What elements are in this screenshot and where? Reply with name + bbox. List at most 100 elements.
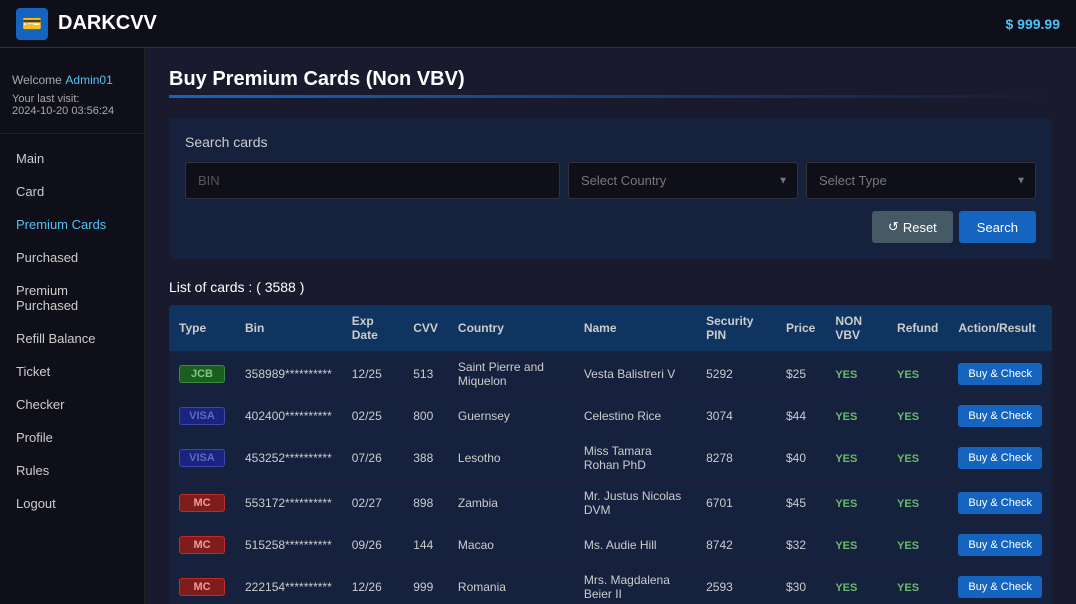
buy-check-button[interactable]: Buy & Check xyxy=(958,492,1042,514)
sidebar-item-card[interactable]: Card xyxy=(0,175,144,208)
buy-check-button[interactable]: Buy & Check xyxy=(958,363,1042,385)
cards-table: TypeBinExp DateCVVCountryNameSecurity PI… xyxy=(169,305,1052,604)
refund-badge: YES xyxy=(897,540,919,552)
bin-input[interactable] xyxy=(185,162,560,199)
country-select-wrapper: Select Country ▼ xyxy=(568,162,798,199)
nonvbv-badge: YES xyxy=(835,498,857,510)
cell-nonvbv: YES xyxy=(825,526,887,565)
country-select[interactable]: Select Country xyxy=(568,162,798,199)
sidebar-item-checker[interactable]: Checker xyxy=(0,388,144,421)
table-body: JCB358989**********12/25513Saint Pierre … xyxy=(169,352,1052,604)
cell-action: Buy & Check xyxy=(948,397,1052,436)
title-underline xyxy=(169,95,1052,98)
navbar: 💳 DARKCVV $ 999.99 xyxy=(0,0,1076,48)
brand-name: DARKCVV xyxy=(58,12,157,35)
cell-action: Buy & Check xyxy=(948,481,1052,526)
sidebar-item-premium-cards[interactable]: Premium Cards xyxy=(0,208,144,241)
card-type-badge: MC xyxy=(179,494,225,512)
sidebar-item-main[interactable]: Main xyxy=(0,142,144,175)
last-visit-time: 2024-10-20 03:56:24 xyxy=(12,105,132,117)
buy-check-button[interactable]: Buy & Check xyxy=(958,576,1042,598)
welcome-label: Welcome xyxy=(12,73,62,87)
card-type-badge: JCB xyxy=(179,365,225,383)
cell-price: $40 xyxy=(776,436,825,481)
cell-price: $45 xyxy=(776,481,825,526)
cell-country: Saint Pierre and Miquelon xyxy=(448,352,574,397)
cell-pin: 2593 xyxy=(696,565,776,604)
table-row: MC515258**********09/26144MacaoMs. Audie… xyxy=(169,526,1052,565)
type-select[interactable]: Select Type xyxy=(806,162,1036,199)
cell-name: Mrs. Magdalena Beier II xyxy=(574,565,696,604)
cell-cvv: 388 xyxy=(403,436,448,481)
col-type: Type xyxy=(169,305,235,352)
sidebar-item-profile[interactable]: Profile xyxy=(0,421,144,454)
brand: 💳 DARKCVV xyxy=(16,8,157,40)
table-row: JCB358989**********12/25513Saint Pierre … xyxy=(169,352,1052,397)
welcome-line: Welcome Admin01 xyxy=(12,72,132,87)
card-type-badge: VISA xyxy=(179,449,225,467)
reset-icon: ↺ xyxy=(888,219,899,235)
list-count: List of cards : ( 3588 ) xyxy=(169,279,304,295)
buy-check-button[interactable]: Buy & Check xyxy=(958,447,1042,469)
cell-action: Buy & Check xyxy=(948,565,1052,604)
cell-price: $32 xyxy=(776,526,825,565)
cell-price: $44 xyxy=(776,397,825,436)
refund-badge: YES xyxy=(897,369,919,381)
refund-badge: YES xyxy=(897,453,919,465)
cell-country: Guernsey xyxy=(448,397,574,436)
cell-exp: 12/26 xyxy=(342,565,403,604)
cell-type: MC xyxy=(169,565,235,604)
col-country: Country xyxy=(448,305,574,352)
col-refund: Refund xyxy=(887,305,948,352)
main-content: Buy Premium Cards (Non VBV) Search cards… xyxy=(145,48,1076,604)
card-type-badge: MC xyxy=(179,536,225,554)
cell-action: Buy & Check xyxy=(948,352,1052,397)
search-row: Select Country ▼ Select Type ▼ xyxy=(185,162,1036,199)
cell-exp: 09/26 xyxy=(342,526,403,565)
cell-nonvbv: YES xyxy=(825,436,887,481)
cell-name: Vesta Balistreri V xyxy=(574,352,696,397)
sidebar: Welcome Admin01 Your last visit: 2024-10… xyxy=(0,48,145,604)
sidebar-item-rules[interactable]: Rules xyxy=(0,454,144,487)
cell-refund: YES xyxy=(887,565,948,604)
cell-cvv: 800 xyxy=(403,397,448,436)
cell-type: VISA xyxy=(169,397,235,436)
cell-action: Buy & Check xyxy=(948,436,1052,481)
balance-display: $ 999.99 xyxy=(1006,16,1061,32)
col-cvv: CVV xyxy=(403,305,448,352)
type-select-wrapper: Select Type ▼ xyxy=(806,162,1036,199)
cell-pin: 5292 xyxy=(696,352,776,397)
buy-check-button[interactable]: Buy & Check xyxy=(958,534,1042,556)
search-section: Search cards Select Country ▼ Select Typ… xyxy=(169,118,1052,259)
refund-badge: YES xyxy=(897,582,919,594)
cell-exp: 12/25 xyxy=(342,352,403,397)
cell-bin: 453252********** xyxy=(235,436,342,481)
sidebar-user: Welcome Admin01 Your last visit: 2024-10… xyxy=(0,64,144,134)
cell-country: Zambia xyxy=(448,481,574,526)
cell-cvv: 999 xyxy=(403,565,448,604)
refund-badge: YES xyxy=(897,498,919,510)
nonvbv-badge: YES xyxy=(835,453,857,465)
sidebar-item-purchased[interactable]: Purchased xyxy=(0,241,144,274)
last-visit-label: Your last visit: xyxy=(12,93,132,105)
table-row: MC222154**********12/26999RomaniaMrs. Ma… xyxy=(169,565,1052,604)
buy-check-button[interactable]: Buy & Check xyxy=(958,405,1042,427)
nonvbv-badge: YES xyxy=(835,540,857,552)
cell-country: Romania xyxy=(448,565,574,604)
sidebar-item-premium-purchased[interactable]: Premium Purchased xyxy=(0,274,144,322)
cell-bin: 553172********** xyxy=(235,481,342,526)
table-row: MC553172**********02/27898ZambiaMr. Just… xyxy=(169,481,1052,526)
cell-bin: 222154********** xyxy=(235,565,342,604)
search-button[interactable]: Search xyxy=(959,211,1036,243)
sidebar-nav: MainCardPremium CardsPurchasedPremium Pu… xyxy=(0,142,144,520)
cell-exp: 02/27 xyxy=(342,481,403,526)
cell-nonvbv: YES xyxy=(825,352,887,397)
cell-refund: YES xyxy=(887,397,948,436)
reset-button[interactable]: ↺ Reset xyxy=(872,211,953,243)
cell-cvv: 898 xyxy=(403,481,448,526)
sidebar-item-refill-balance[interactable]: Refill Balance xyxy=(0,322,144,355)
sidebar-item-ticket[interactable]: Ticket xyxy=(0,355,144,388)
cell-pin: 8278 xyxy=(696,436,776,481)
sidebar-item-logout[interactable]: Logout xyxy=(0,487,144,520)
reset-label: Reset xyxy=(903,220,937,235)
